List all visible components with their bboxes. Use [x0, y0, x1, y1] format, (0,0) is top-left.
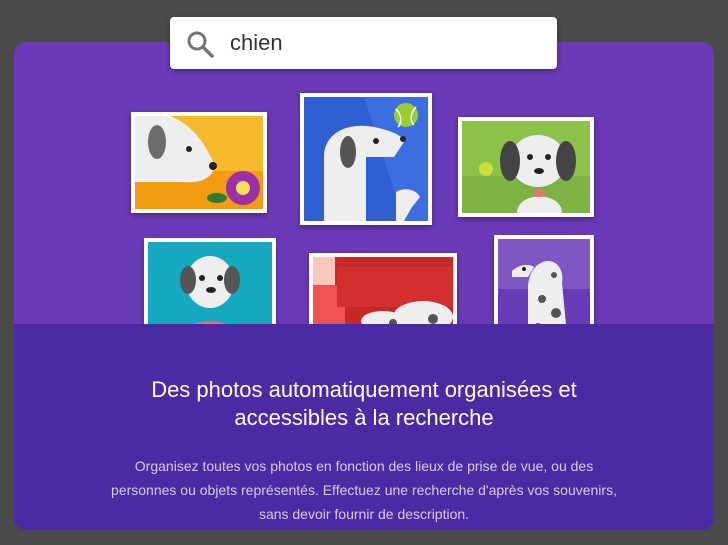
search-input[interactable]: [230, 25, 540, 61]
dog-photo-flower: [131, 112, 267, 213]
promo-headline: Des photos automatiquement organisées et…: [54, 376, 674, 432]
photo-collage: [14, 42, 714, 324]
dog-photo-sofa: [309, 253, 457, 324]
promo-headline-line2: accessibles à la recherche: [234, 405, 494, 430]
promo-headline-line1: Des photos automatiquement organisées et: [151, 377, 577, 402]
promo-card: Des photos automatiquement organisées et…: [14, 42, 714, 530]
dog-photo-shirt: [144, 238, 276, 324]
promo-description-line1: Organisez toutes vos photos en fonction …: [134, 458, 594, 474]
dog-photo-grass: [458, 117, 594, 217]
search-bar[interactable]: [170, 17, 557, 69]
promo-description-line3: sans devoir fournir de description.: [258, 506, 470, 522]
dog-photo-dalmatian: [494, 235, 594, 324]
promo-description-line2: personnes ou objets représentés. Effectu…: [111, 482, 617, 498]
search-icon[interactable]: [186, 30, 214, 63]
dog-photo-ball: [300, 93, 432, 225]
promo-text-panel: Des photos automatiquement organisées et…: [14, 324, 714, 530]
promo-description: Organisez toutes vos photos en fonction …: [84, 454, 644, 526]
